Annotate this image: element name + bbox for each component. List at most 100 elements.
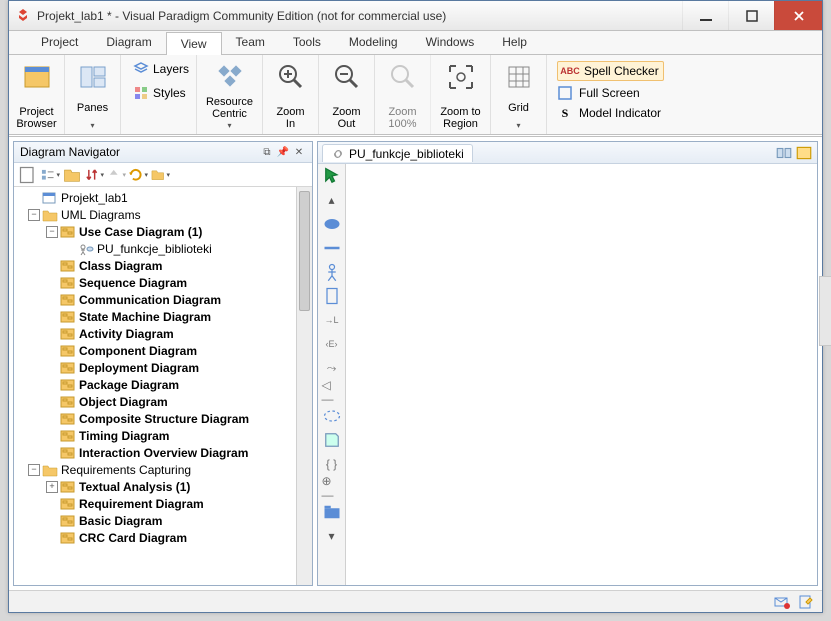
tree-row[interactable]: Requirement Diagram [16,495,294,512]
tree-row[interactable]: Package Diagram [16,376,294,393]
panes-button[interactable]: Panes [65,55,121,134]
expand-toggle[interactable]: − [28,464,40,476]
tool-palette: ▴ →L ‹E› ⤳ ◁— { } ⊕— ▾ [318,164,346,585]
panel-pin-icon[interactable]: 📌 [276,145,290,159]
close-button[interactable] [774,1,822,30]
titlebar: Projekt_lab1 * - Visual Paradigm Communi… [9,1,822,31]
spell-checker-button[interactable]: ABCSpell Checker [557,61,664,81]
model-indicator-button[interactable]: SModel Indicator [557,105,661,121]
grid-button[interactable]: Grid [491,55,547,134]
editor-max-icon[interactable] [795,144,813,162]
styles-icon [133,85,149,101]
tree-row[interactable]: Timing Diagram [16,427,294,444]
app-window: Projekt_lab1 * - Visual Paradigm Communi… [8,0,823,613]
tree-row[interactable]: State Machine Diagram [16,308,294,325]
tree-row[interactable]: +Textual Analysis (1) [16,478,294,495]
diag-icon [60,531,76,545]
menu-help[interactable]: Help [488,31,541,54]
navigator-toolbar [14,163,312,187]
chevron-up-icon[interactable]: ▴ [322,191,342,209]
cursor-tool-icon[interactable] [322,167,342,185]
dep-tool-icon[interactable]: ⤳ [322,359,342,377]
nav-new-icon[interactable] [18,165,38,185]
usecase-tool-icon[interactable] [322,215,342,233]
diag-icon [60,514,76,528]
diag-icon [60,225,76,239]
full-screen-button[interactable]: Full Screen [557,85,640,101]
anchor-tool-icon[interactable]: ⊕— [322,479,342,497]
tree-row[interactable]: Deployment Diagram [16,359,294,376]
uc-icon [78,242,94,256]
nav-filter-icon[interactable] [106,165,126,185]
nav-open-icon[interactable] [150,165,170,185]
zoom-in-button[interactable]: Zoom In [263,55,319,134]
editor-layout-icon[interactable] [775,144,793,162]
diagram-tree[interactable]: Projekt_lab1−UML Diagrams−Use Case Diagr… [14,187,296,585]
diag-icon [60,446,76,460]
diagram-canvas[interactable] [346,164,817,585]
menu-windows[interactable]: Windows [412,31,489,54]
note-tool-icon[interactable] [322,431,342,449]
zoom-100-button[interactable]: Zoom 100% [375,55,431,134]
nav-refresh-icon[interactable] [128,165,148,185]
tree-row[interactable]: −Requirements Capturing [16,461,294,478]
tree-row[interactable]: Activity Diagram [16,325,294,342]
menu-view[interactable]: View [166,32,222,55]
expand-toggle[interactable]: − [28,209,40,221]
nav-sort-icon[interactable] [84,165,104,185]
tree-row[interactable]: Component Diagram [16,342,294,359]
package-tool-icon[interactable] [322,503,342,521]
zoom-region-button[interactable]: Zoom to Region [431,55,491,134]
menu-diagram[interactable]: Diagram [92,31,165,54]
menu-team[interactable]: Team [222,31,279,54]
tree-row[interactable]: Projekt_lab1 [16,189,294,206]
constraint-tool-icon[interactable]: { } [322,455,342,473]
tree-row[interactable]: −Use Case Diagram (1) [16,223,294,240]
tree-row[interactable]: Sequence Diagram [16,274,294,291]
collab-tool-icon[interactable] [322,407,342,425]
spellcheck-icon: ABC [562,63,578,79]
editor-tab[interactable]: PU_funkcje_biblioteki [322,144,473,162]
menu-tools[interactable]: Tools [279,31,335,54]
menu-project[interactable]: Project [27,31,92,54]
resource-centric-button[interactable]: Resource Centric [197,55,263,134]
line-tool-icon[interactable] [322,239,342,257]
editor-area: PU_funkcje_biblioteki ▴ →L ‹E› ⤳ ◁— [317,141,818,586]
tree-row[interactable]: Class Diagram [16,257,294,274]
panel-close-icon[interactable]: ✕ [292,145,306,159]
navigator-title: Diagram Navigator [20,145,258,159]
project-browser-button[interactable]: Project Browser [9,55,65,134]
tree-row[interactable]: Composite Structure Diagram [16,410,294,427]
nav-view-icon[interactable] [40,165,60,185]
tree-row[interactable]: PU_funkcje_biblioteki [16,240,294,257]
tree-row[interactable]: Basic Diagram [16,512,294,529]
extend-tool-icon[interactable]: ‹E› [322,335,342,353]
expand-toggle[interactable]: + [46,481,58,493]
assoc-tool-icon[interactable]: →L [322,311,342,329]
tree-scrollbar[interactable] [296,187,312,585]
zoom-out-button[interactable]: Zoom Out [319,55,375,134]
layers-button[interactable]: Layers [129,59,193,79]
tree-row[interactable]: Interaction Overview Diagram [16,444,294,461]
mail-alert-icon[interactable] [774,594,790,610]
maximize-button[interactable] [728,1,774,30]
diag-icon [60,361,76,375]
edit-icon[interactable] [798,594,814,610]
expand-toggle[interactable]: − [46,226,58,238]
menubar: ProjectDiagramViewTeamToolsModelingWindo… [9,31,822,55]
tree-row[interactable]: −UML Diagrams [16,206,294,223]
tree-row[interactable]: Object Diagram [16,393,294,410]
system-tool-icon[interactable] [322,287,342,305]
styles-button[interactable]: Styles [129,83,190,103]
include-tool-icon[interactable]: ◁— [322,383,342,401]
actor-tool-icon[interactable] [322,263,342,281]
tree-row[interactable]: Communication Diagram [16,291,294,308]
panel-dock-icon[interactable]: ⧉ [260,145,274,159]
chevron-down-icon[interactable]: ▾ [322,527,342,545]
tree-row[interactable]: CRC Card Diagram [16,529,294,546]
window-scroll-stub[interactable] [819,276,831,346]
statusbar [9,590,822,612]
menu-modeling[interactable]: Modeling [335,31,412,54]
minimize-button[interactable] [682,1,728,30]
nav-collapse-icon[interactable] [62,165,82,185]
